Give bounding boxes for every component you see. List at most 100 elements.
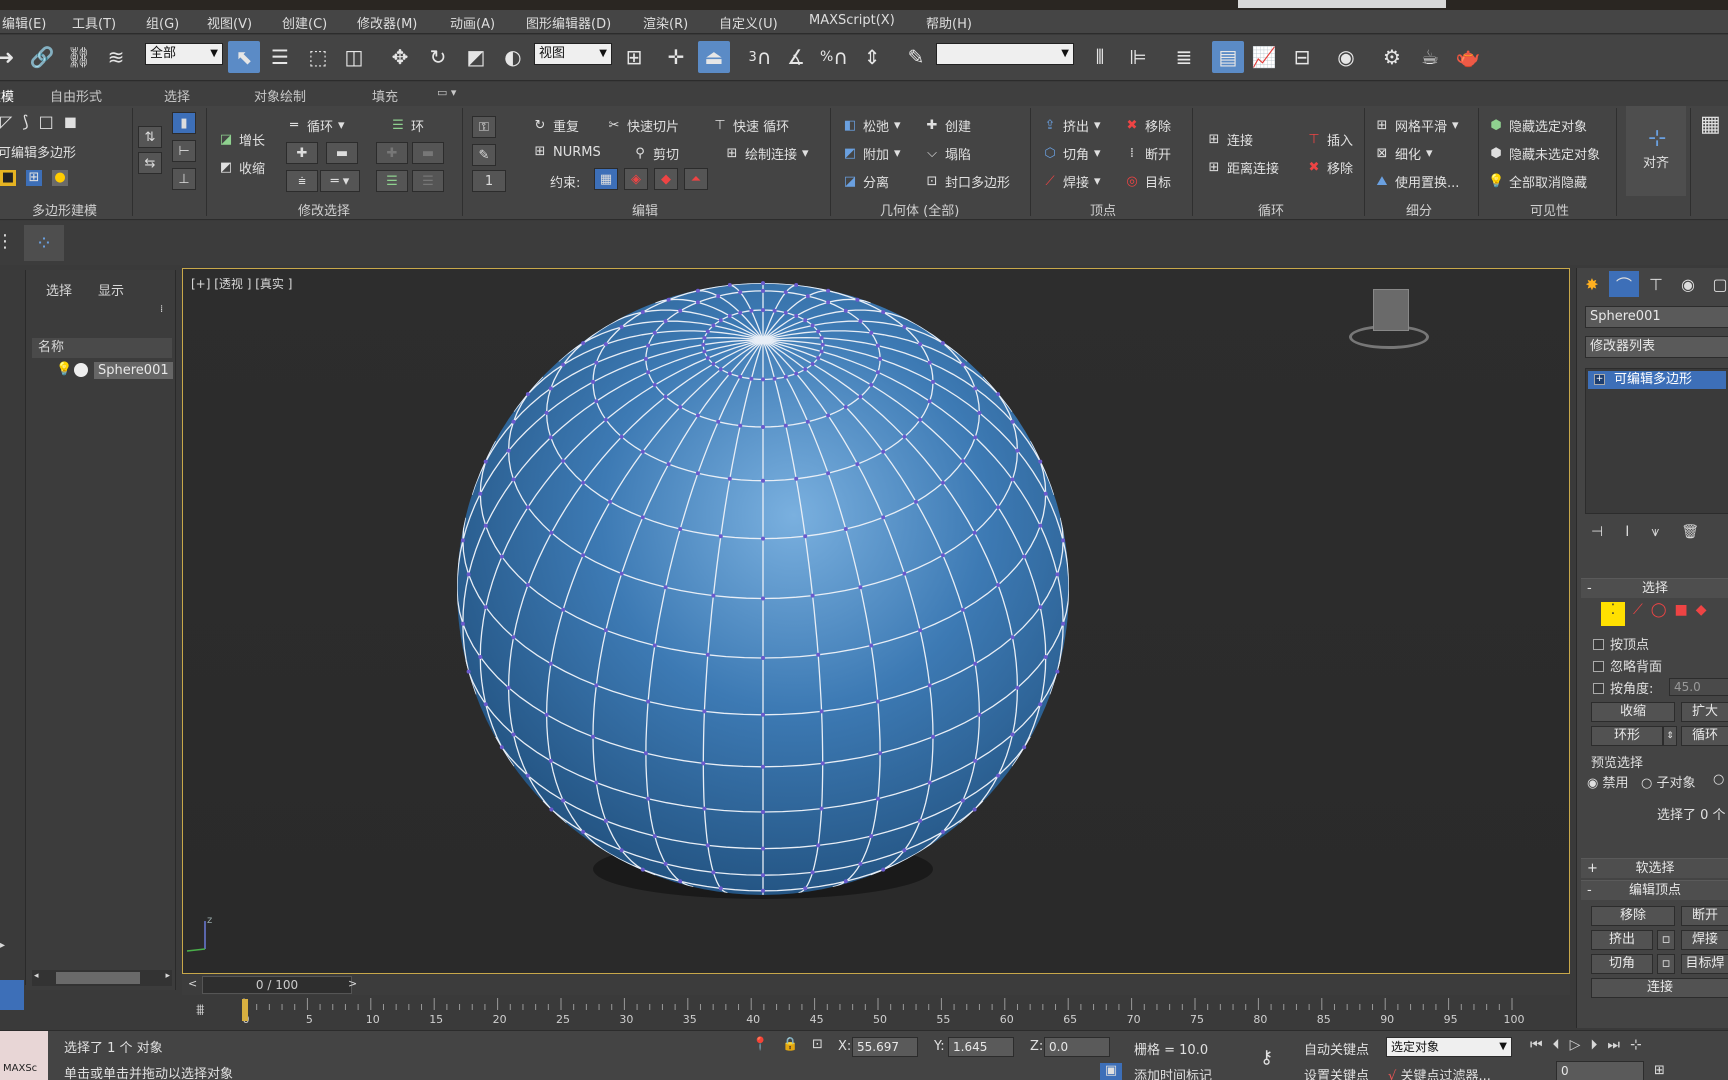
tab-populate[interactable]: 填充 bbox=[372, 86, 398, 105]
mesh-vertex[interactable] bbox=[594, 683, 599, 688]
mesh-vertex[interactable] bbox=[816, 356, 821, 360]
angle-snap-icon[interactable]: ∡ bbox=[780, 41, 812, 73]
rollout-selection[interactable]: - 选择 bbox=[1581, 578, 1728, 598]
nurms-button[interactable]: ⊞ NURMS bbox=[532, 144, 601, 160]
poly-mode-icons[interactable]: ◸ ⟆ □ ◼ bbox=[0, 112, 77, 131]
ribbon-options-icon[interactable]: ▭ ▾ bbox=[437, 86, 456, 99]
mesh-vertex[interactable] bbox=[761, 377, 765, 382]
ring-button[interactable]: 环形 bbox=[1591, 726, 1663, 746]
mesh-vertex[interactable] bbox=[695, 300, 700, 305]
mesh-vertex[interactable] bbox=[483, 605, 488, 610]
ribbon-toggle-icon[interactable]: ▤ bbox=[1212, 41, 1244, 73]
vertex-level-icon[interactable]: ⁚ bbox=[1601, 602, 1625, 626]
lightbulb-icon[interactable]: 💡 bbox=[56, 362, 72, 377]
mesh-vertex[interactable] bbox=[794, 476, 799, 481]
tab-select[interactable]: 选择 bbox=[46, 280, 72, 299]
mesh-vertex[interactable] bbox=[1015, 448, 1020, 453]
mesh-vertex[interactable] bbox=[466, 669, 471, 674]
mesh-vertex[interactable] bbox=[603, 818, 608, 823]
preview-subobject-radio[interactable]: ○ 子对象 bbox=[1641, 772, 1696, 791]
mesh-vertex[interactable] bbox=[858, 319, 863, 324]
stack-item-editable-poly[interactable]: + 可编辑多边形 bbox=[1588, 371, 1726, 389]
remove-button[interactable]: ✖ 移除 bbox=[1124, 116, 1171, 136]
mesh-vertex[interactable] bbox=[619, 325, 624, 329]
mesh-vertex[interactable] bbox=[506, 685, 511, 690]
mesh-vertex[interactable] bbox=[678, 308, 683, 313]
mesh-vertex[interactable] bbox=[996, 505, 1001, 510]
edit-named-selection-icon[interactable]: ✎ bbox=[900, 41, 932, 73]
mesh-vertex[interactable] bbox=[816, 652, 821, 657]
grow-button[interactable]: ◪ 增长 bbox=[218, 130, 265, 150]
insert-button[interactable]: ⊤ 插入 bbox=[1306, 130, 1353, 150]
relax-button[interactable]: ◧ 松弛 ▾ bbox=[842, 116, 901, 136]
mesh-vertex[interactable] bbox=[1010, 477, 1015, 482]
paint-connect-button[interactable]: ⊞ 绘制连接 ▾ bbox=[724, 144, 809, 164]
previous-subobj-icon[interactable]: ⇅ bbox=[138, 126, 162, 148]
mesh-vertex[interactable] bbox=[816, 843, 821, 848]
element-mode-icon[interactable]: ◼ bbox=[64, 112, 77, 131]
mesh-vertex[interactable] bbox=[918, 818, 923, 823]
absolute-mode-icon[interactable]: ⊡ bbox=[812, 1037, 823, 1052]
menu-tools[interactable]: 工具(T) bbox=[72, 13, 116, 32]
move-icon[interactable]: ✥ bbox=[384, 41, 416, 73]
mesh-vertex[interactable] bbox=[927, 683, 932, 688]
by-angle-checkbox[interactable]: 按角度: bbox=[1593, 678, 1653, 697]
mesh-vertex[interactable] bbox=[506, 448, 511, 453]
shrink-button[interactable]: ◩ 收缩 bbox=[218, 158, 265, 178]
constraint-face-icon[interactable]: ◆ bbox=[654, 168, 678, 190]
rect-selection-icon[interactable]: ⬚ bbox=[302, 41, 334, 73]
render-setup-icon[interactable]: ⚙ bbox=[1376, 41, 1408, 73]
modify-mode-icon[interactable]: ■ bbox=[0, 170, 16, 186]
prev-frame-icon[interactable]: ⏴ bbox=[1553, 1037, 1560, 1053]
mesh-vertex[interactable] bbox=[749, 376, 754, 381]
mesh-vertex[interactable] bbox=[591, 734, 595, 739]
mesh-vertex[interactable] bbox=[1038, 702, 1043, 707]
remove-modifier-icon[interactable]: 🗑 bbox=[1681, 524, 1699, 540]
mesh-vertex[interactable] bbox=[727, 283, 732, 287]
mesh-vertex[interactable] bbox=[1022, 554, 1027, 559]
mesh-vertex[interactable] bbox=[705, 329, 710, 334]
perspective-viewport[interactable]: [+] [透视 ] [真实 ] z bbox=[182, 268, 1570, 974]
mesh-vertex[interactable] bbox=[820, 761, 825, 766]
object-name-field[interactable]: Sphere001 bbox=[1585, 306, 1728, 328]
mesh-vertex[interactable] bbox=[549, 530, 554, 535]
group-modify-selection[interactable]: 修改选择 bbox=[298, 200, 350, 219]
snap-toggle-icon[interactable]: 3 ∩ bbox=[744, 41, 776, 73]
shrink-loop-icon[interactable]: ▬ bbox=[326, 142, 358, 164]
mesh-vertex[interactable] bbox=[972, 807, 977, 812]
mesh-vertex[interactable] bbox=[875, 796, 880, 801]
mesh-vertex[interactable] bbox=[869, 330, 874, 335]
link-icon[interactable]: 🔗 bbox=[26, 41, 58, 73]
attach-button[interactable]: ◩ 附加 ▾ bbox=[842, 144, 901, 164]
repeat-button[interactable]: ↻ 重复 bbox=[532, 116, 579, 136]
border-mode-icon[interactable]: □ bbox=[39, 112, 54, 131]
object-name[interactable]: Sphere001 bbox=[94, 362, 173, 379]
mesh-vertex[interactable] bbox=[772, 376, 777, 381]
mesh-vertex[interactable] bbox=[973, 435, 978, 440]
play-icon[interactable]: ▷ bbox=[1570, 1037, 1581, 1053]
vertex-mode-icon[interactable]: ◸ bbox=[0, 112, 12, 131]
mesh-vertex[interactable] bbox=[761, 308, 765, 313]
mesh-vertex[interactable] bbox=[881, 449, 886, 454]
mesh-vertex[interactable] bbox=[1038, 459, 1043, 464]
scroll-right-icon[interactable]: ▸ bbox=[165, 971, 170, 981]
mesh-vertex[interactable] bbox=[881, 867, 886, 872]
align-icon[interactable]: ⊫ bbox=[1122, 41, 1154, 73]
bind-spacewarp-icon[interactable]: ≋ bbox=[100, 41, 132, 73]
next-subobj-icon[interactable]: ⇆ bbox=[138, 152, 162, 174]
time-next-icon[interactable]: > bbox=[348, 977, 357, 990]
mesh-vertex[interactable] bbox=[977, 712, 982, 717]
mesh-vertex[interactable] bbox=[973, 758, 978, 763]
mesh-vertex[interactable] bbox=[646, 370, 651, 375]
key-selection-dropdown[interactable]: 选定对象 ▼ bbox=[1386, 1037, 1512, 1057]
mesh-vertex[interactable] bbox=[678, 405, 683, 409]
menu-create[interactable]: 创建(C) bbox=[282, 13, 327, 32]
menu-maxscript[interactable]: MAXScript(X) bbox=[809, 13, 895, 28]
mesh-vertex[interactable] bbox=[931, 379, 935, 384]
mesh-vertex[interactable] bbox=[1043, 491, 1048, 496]
mesh-vertex[interactable] bbox=[805, 294, 810, 299]
mesh-vertex[interactable] bbox=[761, 810, 765, 814]
meshsmooth-button[interactable]: ⊞ 网格平滑 ▾ bbox=[1374, 116, 1459, 136]
mesh-vertex[interactable] bbox=[1038, 523, 1043, 528]
mesh-vertex[interactable] bbox=[544, 410, 549, 415]
